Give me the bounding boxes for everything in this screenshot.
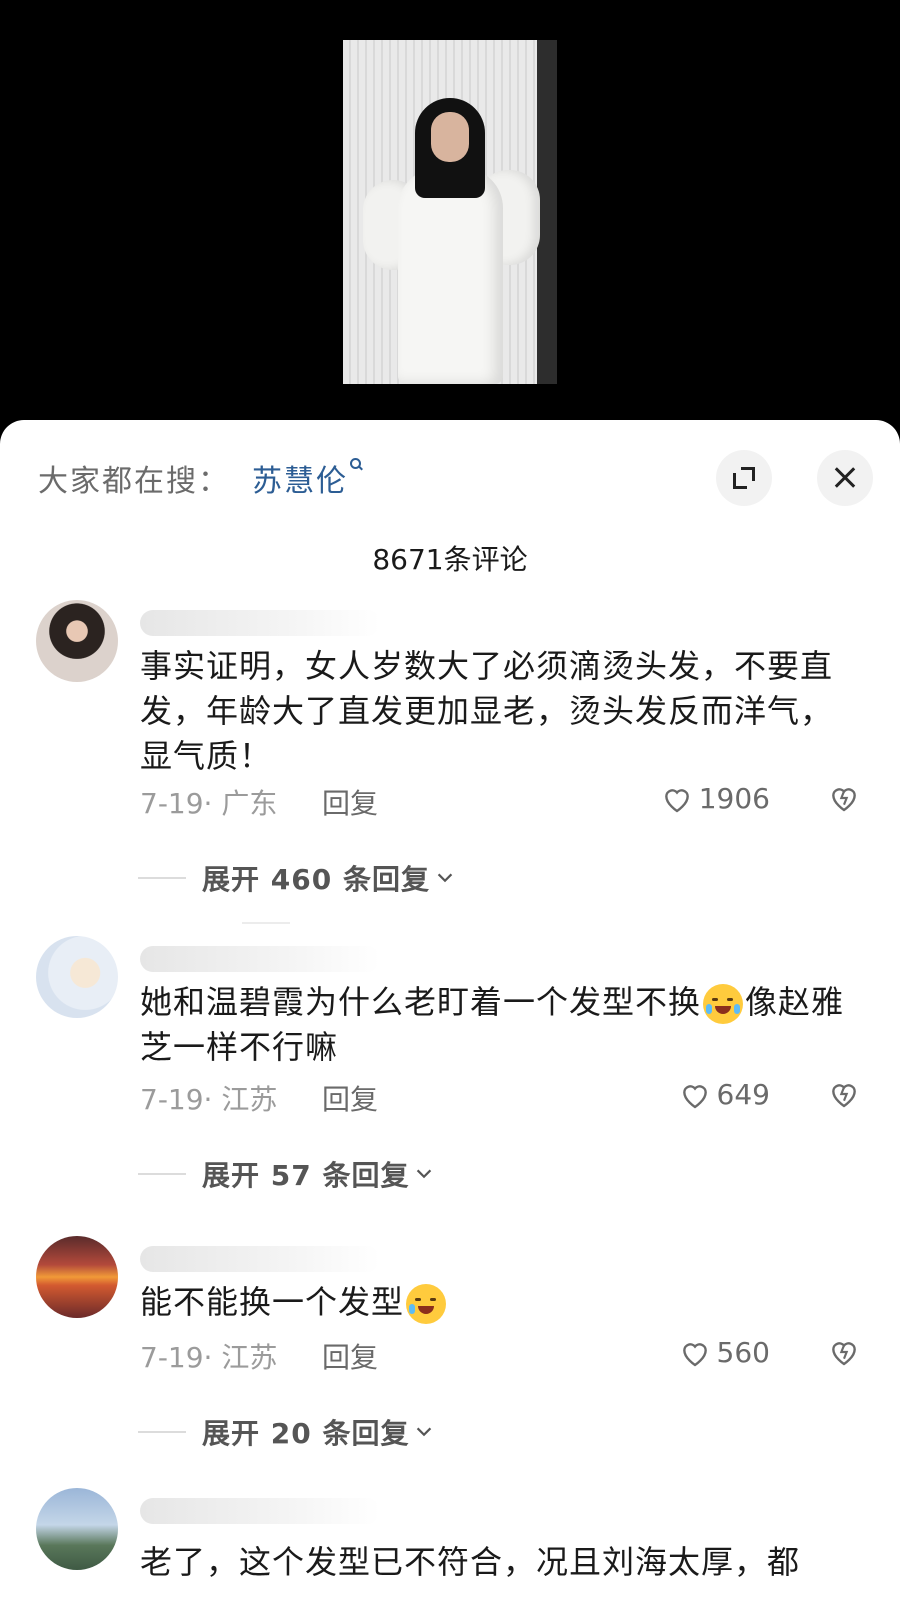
- comment-meta: 7-19· 广东: [140, 787, 278, 820]
- like-count: 560: [716, 1336, 770, 1369]
- close-button[interactable]: [817, 450, 873, 506]
- rofl-emoji-icon: [703, 984, 744, 1024]
- search-suggestion-row: 大家都在搜： 苏慧伦: [0, 420, 900, 516]
- dislike-icon[interactable]: [828, 1336, 860, 1368]
- expand-replies-button[interactable]: 展开 57 条回复: [138, 1154, 435, 1194]
- like-count: 649: [716, 1078, 770, 1111]
- reply-button[interactable]: 回复: [322, 782, 378, 822]
- comment-meta: 7-19· 江苏: [140, 1083, 278, 1116]
- search-term-text: 苏慧伦: [252, 464, 348, 499]
- dislike-icon[interactable]: [828, 1078, 860, 1110]
- comment-text: 她和温碧霞为什么老盯着一个发型不换 像赵雅芝一样不行嘛: [140, 980, 860, 1070]
- username-blurred[interactable]: [140, 1246, 380, 1272]
- username-blurred[interactable]: [140, 946, 380, 972]
- video-bg-pillar: [537, 40, 557, 384]
- like-button[interactable]: 1906: [661, 782, 770, 815]
- comments-count: 8671条评论: [372, 543, 528, 576]
- reply-button[interactable]: 回复: [322, 1078, 378, 1118]
- expand-replies-label: 展开 460 条回复: [202, 863, 430, 896]
- expand-replies-button[interactable]: 展开 460 条回复: [138, 858, 456, 898]
- expand-icon: [733, 467, 755, 489]
- dislike-icon[interactable]: [828, 782, 860, 814]
- video-player[interactable]: [0, 0, 900, 430]
- comment-text: 事实证明，女人岁数大了必须滴烫头发，不要直发，年龄大了直发更加显老，烫头发反而洋…: [140, 647, 834, 775]
- heart-icon: [664, 788, 689, 812]
- chevron-down-icon: [417, 1169, 432, 1179]
- like-button[interactable]: 649: [679, 1078, 770, 1111]
- comment-text: 能不能换一个发型: [140, 1280, 860, 1325]
- heart-icon: [682, 1084, 707, 1108]
- search-icon: [350, 458, 363, 471]
- comment-text: 老了，这个发型已不符合，况且刘海太厚，都: [140, 1543, 801, 1581]
- avatar[interactable]: [36, 600, 118, 682]
- avatar[interactable]: [36, 936, 118, 1018]
- face: [431, 112, 469, 162]
- comment-text-part: 能不能换一个发型: [140, 1283, 405, 1321]
- like-count: 1906: [698, 782, 770, 815]
- like-button[interactable]: 560: [679, 1336, 770, 1369]
- search-suggestion-link[interactable]: 苏慧伦: [252, 456, 363, 500]
- avatar[interactable]: [36, 1236, 118, 1318]
- heart-icon: [682, 1342, 707, 1366]
- comments-sheet: 大家都在搜： 苏慧伦 8671条评论 事实证明，女人岁数大了必须滴烫头发，不要直…: [0, 420, 900, 1599]
- expand-replies-label: 展开 20 条回复: [202, 1417, 410, 1450]
- reply-button[interactable]: 回复: [322, 1336, 378, 1376]
- crying-emoji-icon: [406, 1284, 447, 1324]
- expand-button[interactable]: [716, 450, 772, 506]
- chevron-down-icon: [417, 1427, 432, 1437]
- comment-meta: 7-19· 江苏: [140, 1341, 278, 1374]
- expand-replies-label: 展开 57 条回复: [202, 1159, 410, 1192]
- avatar[interactable]: [36, 1488, 118, 1570]
- username-blurred[interactable]: [140, 610, 380, 636]
- comment-text-part: 她和温碧霞为什么老盯着一个发型不换: [140, 983, 702, 1021]
- search-prefix-label: 大家都在搜：: [38, 464, 230, 499]
- video-thumbnail[interactable]: [343, 40, 557, 384]
- expand-replies-button[interactable]: 展开 20 条回复: [138, 1412, 435, 1452]
- username-blurred[interactable]: [140, 1498, 380, 1524]
- white-dress: [398, 168, 503, 384]
- chevron-down-icon: [437, 873, 453, 883]
- divider: [242, 922, 290, 924]
